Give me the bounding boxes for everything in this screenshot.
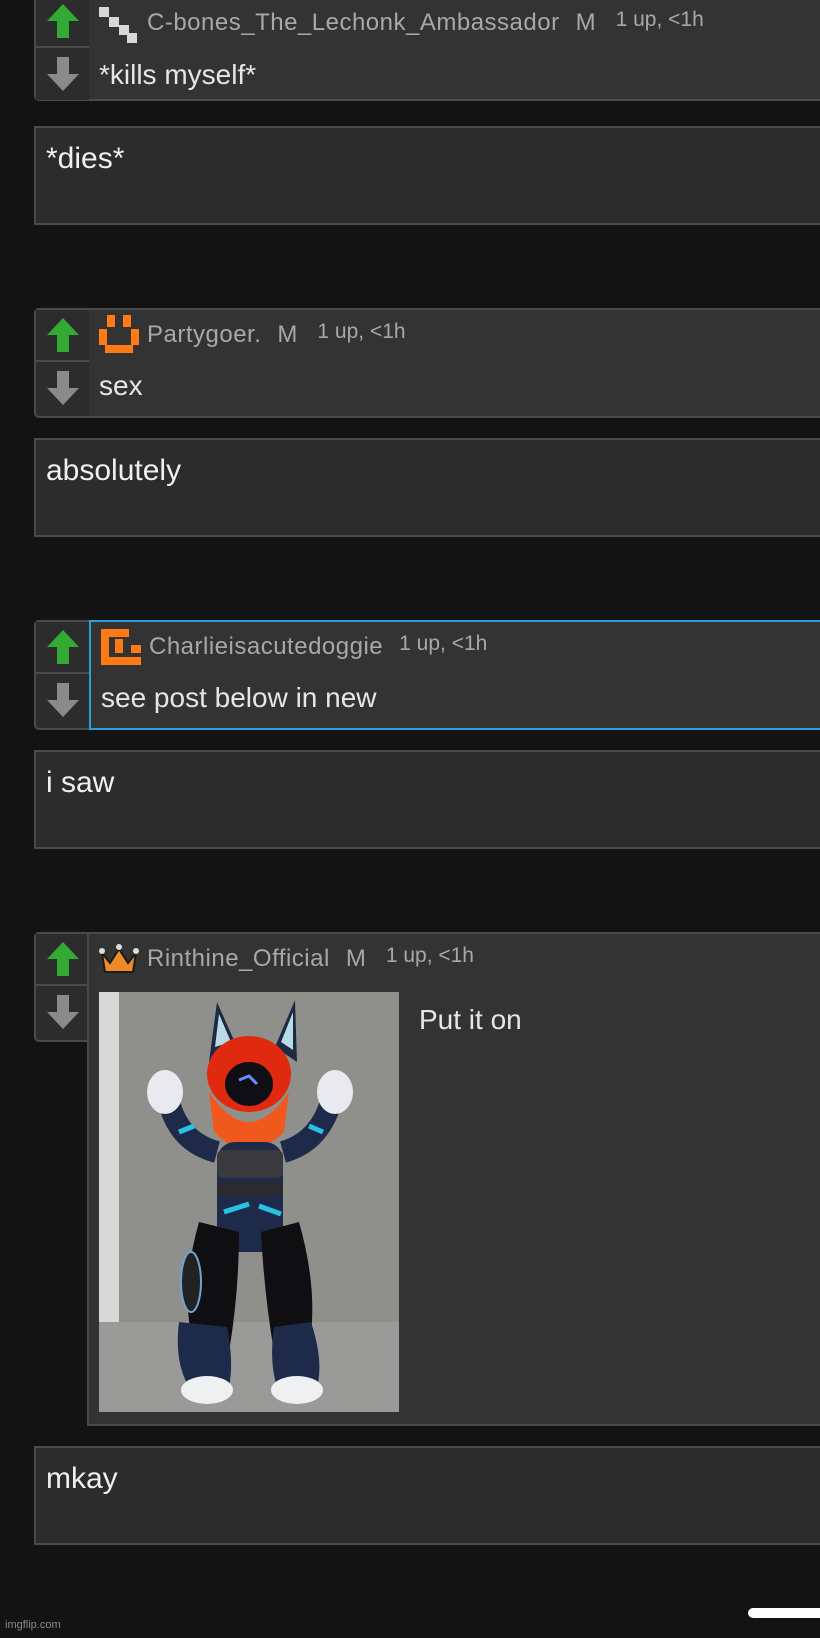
comment-meta: Partygoer. M 1 up, <1h bbox=[99, 315, 406, 353]
downvote-button[interactable] bbox=[36, 48, 89, 100]
comment-body: Partygoer. M 1 up, <1h sex bbox=[89, 308, 820, 418]
downvote-button[interactable] bbox=[36, 362, 89, 414]
pixel-avatar-icon bbox=[101, 629, 141, 665]
upvote-button[interactable] bbox=[36, 0, 89, 48]
vote-column bbox=[36, 0, 91, 100]
comment-text: sex bbox=[99, 370, 143, 401]
reply-text: *dies* bbox=[46, 142, 125, 175]
reply-text: mkay bbox=[46, 1462, 118, 1495]
fursuit-photo bbox=[99, 992, 399, 1412]
username-link[interactable]: C-bones_The_Lechonk_Ambassador bbox=[147, 9, 560, 37]
comment-text: see post below in new bbox=[101, 682, 377, 713]
mod-badge: M bbox=[277, 321, 298, 348]
upvote-button[interactable] bbox=[36, 310, 89, 362]
comment-meta: Rinthine_Official M 1 up, <1h bbox=[99, 944, 474, 974]
upvote-arrow-icon bbox=[46, 318, 79, 352]
username-link[interactable]: Rinthine_Official bbox=[147, 945, 330, 973]
downvote-arrow-icon bbox=[46, 683, 79, 717]
comment-stats: 1 up, <1h bbox=[317, 320, 406, 343]
downvote-arrow-icon bbox=[46, 995, 79, 1029]
comment-text: Put it on bbox=[419, 1004, 522, 1035]
mod-badge: M bbox=[575, 9, 596, 36]
upvote-arrow-icon bbox=[46, 4, 79, 38]
reply-box[interactable]: *dies* bbox=[34, 126, 820, 225]
reply-box[interactable]: absolutely bbox=[34, 438, 820, 537]
downvote-button[interactable] bbox=[36, 986, 89, 1038]
comment-body: C-bones_The_Lechonk_Ambassador M 1 up, <… bbox=[89, 0, 820, 101]
reply-box[interactable]: i saw bbox=[34, 750, 820, 849]
upvote-arrow-icon bbox=[46, 942, 79, 976]
comment: Partygoer. M 1 up, <1h sex bbox=[34, 308, 820, 418]
reply-text: i saw bbox=[46, 766, 115, 799]
crown-icon bbox=[99, 944, 139, 973]
downvote-arrow-icon bbox=[46, 371, 79, 405]
watermark: imgflip.com bbox=[5, 1619, 61, 1631]
reply-text: absolutely bbox=[46, 454, 182, 487]
username-link[interactable]: Partygoer. bbox=[147, 321, 261, 349]
vote-column bbox=[36, 310, 91, 414]
comment-text: *kills myself* bbox=[99, 59, 257, 90]
mod-badge: M bbox=[345, 945, 366, 972]
comment-stats: 1 up, <1h bbox=[385, 944, 474, 967]
comment-stats: 1 up, <1h bbox=[615, 8, 704, 31]
downvote-arrow-icon bbox=[46, 57, 79, 91]
upvote-button[interactable] bbox=[36, 934, 89, 986]
upvote-button[interactable] bbox=[36, 622, 89, 674]
username-link[interactable]: Charlieisacutedoggie bbox=[149, 633, 383, 661]
comment-meta: Charlieisacutedoggie 1 up, <1h bbox=[101, 629, 488, 665]
home-indicator bbox=[748, 1608, 820, 1618]
reply-box[interactable]: mkay bbox=[34, 1446, 820, 1545]
comment-body: Rinthine_Official M 1 up, <1h Put it on bbox=[87, 932, 820, 1426]
vote-column bbox=[36, 622, 91, 726]
pixel-avatar-icon bbox=[99, 315, 139, 353]
comment-meta: C-bones_The_Lechonk_Ambassador M 1 up, <… bbox=[99, 7, 704, 43]
comment-image[interactable] bbox=[99, 992, 399, 1412]
comment: Charlieisacutedoggie 1 up, <1h see post … bbox=[34, 620, 820, 730]
upvote-arrow-icon bbox=[46, 630, 79, 664]
comment-stats: 1 up, <1h bbox=[399, 632, 488, 655]
downvote-button[interactable] bbox=[36, 674, 89, 726]
comment-body: Charlieisacutedoggie 1 up, <1h see post … bbox=[89, 620, 820, 730]
vote-column bbox=[36, 934, 91, 1038]
pixel-avatar-icon bbox=[99, 7, 137, 43]
comment: C-bones_The_Lechonk_Ambassador M 1 up, <… bbox=[34, 0, 820, 101]
